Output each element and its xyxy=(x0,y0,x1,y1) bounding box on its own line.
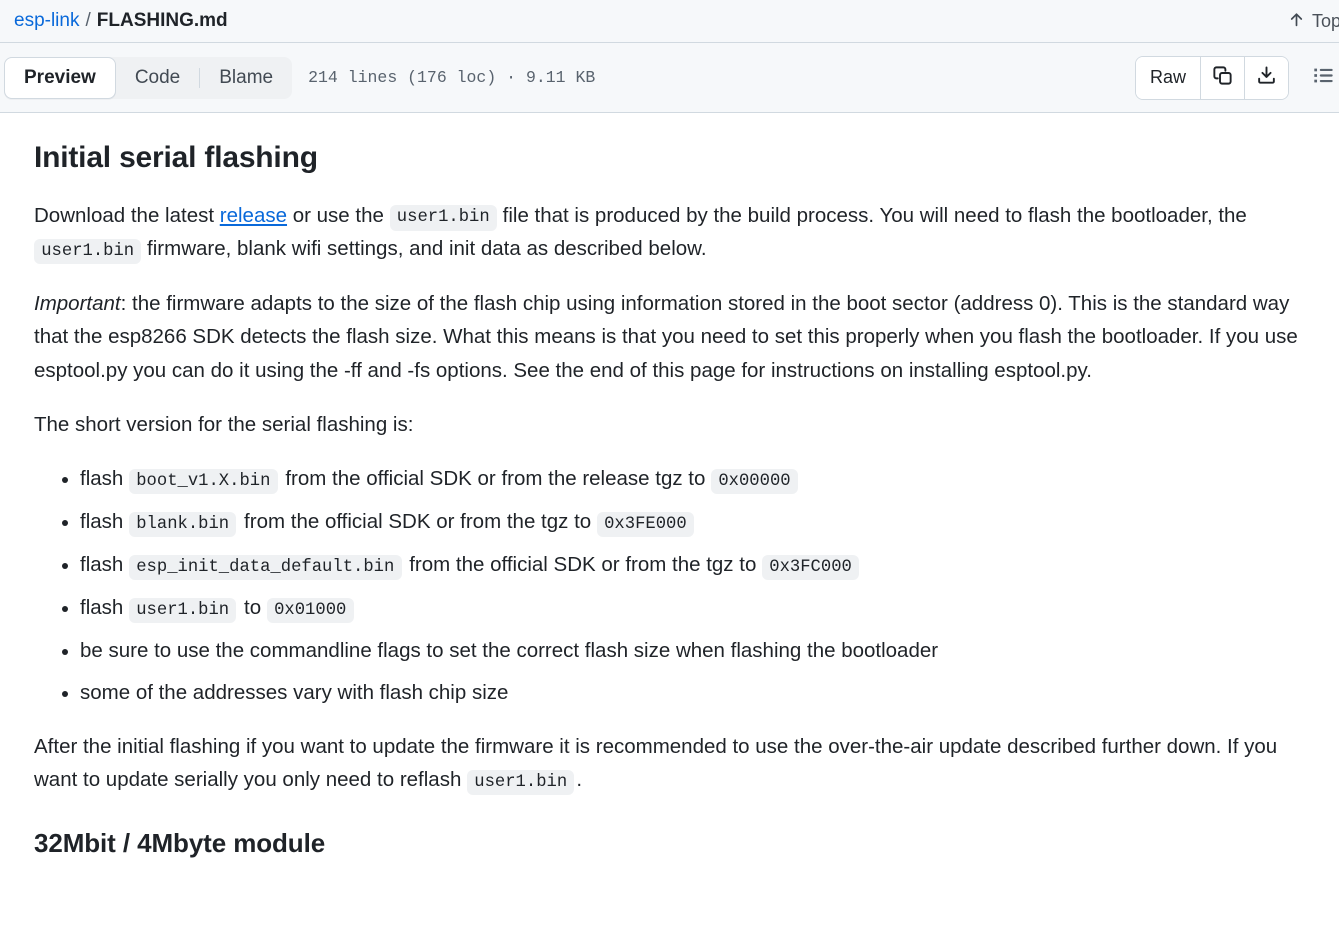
code-user1-bin-3: user1.bin xyxy=(129,597,237,623)
paragraph-important: Important: the firmware adapts to the si… xyxy=(34,287,1305,387)
paragraph-download-release: Download the latest release or use the u… xyxy=(34,199,1305,267)
p1-text-3: file that is produced by the build proce… xyxy=(496,203,1247,227)
list-item: flash blank.bin from the official SDK or… xyxy=(80,505,1305,539)
breadcrumb-repo-link[interactable]: esp-link xyxy=(14,10,79,32)
copy-raw-contents-button[interactable] xyxy=(1201,56,1245,99)
code-user1-bin-1: user1.bin xyxy=(389,205,497,231)
li1-pre: flash xyxy=(80,509,129,533)
list-item: be sure to use the commandline flags to … xyxy=(80,634,1305,667)
tab-preview[interactable]: Preview xyxy=(4,56,116,99)
file-actions-button-group: Raw xyxy=(1134,55,1289,100)
section-heading-32mbit: 32Mbit / 4Mbyte module xyxy=(34,828,326,859)
file-metadata: 214 lines (176 loc) · 9.11 KB xyxy=(308,68,596,87)
unordered-list-icon xyxy=(1312,64,1335,92)
scroll-to-top-button[interactable]: Top xyxy=(1288,11,1339,32)
list-item: some of the addresses vary with flash ch… xyxy=(80,676,1305,709)
important-emphasis: Important xyxy=(34,292,121,316)
release-link[interactable]: release xyxy=(220,204,287,227)
p2-text: : the firmware adapts to the size of the… xyxy=(34,292,1298,382)
paragraph-after-flashing: After the initial flashing if you want t… xyxy=(34,730,1305,797)
p1-text-2: or use the xyxy=(287,203,390,227)
breadcrumb-file-name: FLASHING.md xyxy=(96,10,228,31)
code-user1-bin-4: user1.bin xyxy=(467,770,575,796)
toolbar-left-group: Preview Code Blame 214 lines (176 loc) ·… xyxy=(4,56,596,99)
code-addr-0x00000: 0x00000 xyxy=(711,469,798,495)
li5-pre: some of the addresses vary with flash ch… xyxy=(80,680,509,704)
li0-pre: flash xyxy=(80,467,129,491)
li0-mid: from the official SDK or from the releas… xyxy=(279,467,712,491)
copy-icon xyxy=(1212,65,1233,91)
p4-text-1: After the initial flashing if you want t… xyxy=(34,735,1278,792)
code-blank-bin: blank.bin xyxy=(129,511,237,538)
download-raw-file-button[interactable] xyxy=(1245,56,1288,99)
arrow-up-icon xyxy=(1288,11,1305,32)
p1-text-4: firmware, blank wifi settings, and init … xyxy=(141,237,707,261)
toolbar-right-group: Raw xyxy=(1134,55,1333,100)
list-item: flash user1.bin to 0x01000 xyxy=(80,591,1305,625)
markdown-content: Initial serial flashing Download the lat… xyxy=(0,113,1339,860)
download-icon xyxy=(1256,65,1277,91)
paragraph-short-version: The short version for the serial flashin… xyxy=(34,412,414,436)
symbols-outline-button[interactable] xyxy=(1303,58,1339,98)
breadcrumb-separator: / xyxy=(85,10,91,31)
p1-text-1: Download the latest xyxy=(34,203,220,227)
page-title: Initial serial flashing xyxy=(34,141,318,174)
list-item: flash boot_v1.X.bin from the official SD… xyxy=(80,462,1305,496)
scroll-to-top-label: Top xyxy=(1311,10,1339,31)
li1-mid: from the official SDK or from the tgz to xyxy=(238,509,597,533)
code-addr-0x01000: 0x01000 xyxy=(266,597,354,623)
li2-pre: flash xyxy=(80,552,129,576)
p4-text-2: . xyxy=(576,768,583,792)
li4-pre: be sure to use the commandline flags to … xyxy=(80,638,939,662)
code-boot-v1x-bin: boot_v1.X.bin xyxy=(129,469,278,495)
code-esp-init-data-default-bin: esp_init_data_default.bin xyxy=(129,554,402,580)
list-item: flash esp_init_data_default.bin from the… xyxy=(80,548,1305,582)
file-toolbar: Preview Code Blame 214 lines (176 loc) ·… xyxy=(0,43,1339,113)
view-mode-segmented-control: Preview Code Blame xyxy=(4,56,293,99)
code-addr-0x3fe000: 0x3FE000 xyxy=(596,511,694,538)
li3-mid: to xyxy=(238,595,267,619)
li2-mid: from the official SDK or from the tgz to xyxy=(403,552,763,576)
code-addr-0x3fc000: 0x3FC000 xyxy=(762,554,860,580)
code-user1-bin-2: user1.bin xyxy=(34,239,142,265)
li3-pre: flash xyxy=(80,595,129,619)
breadcrumb: esp-link / FLASHING.md xyxy=(14,10,228,32)
raw-button[interactable]: Raw xyxy=(1135,56,1201,99)
file-path-header: esp-link / FLASHING.md Top xyxy=(0,0,1339,43)
tab-blame[interactable]: Blame xyxy=(200,57,292,99)
tab-code[interactable]: Code xyxy=(116,57,199,99)
flash-steps-list: flash boot_v1.X.bin from the official SD… xyxy=(34,462,1305,709)
